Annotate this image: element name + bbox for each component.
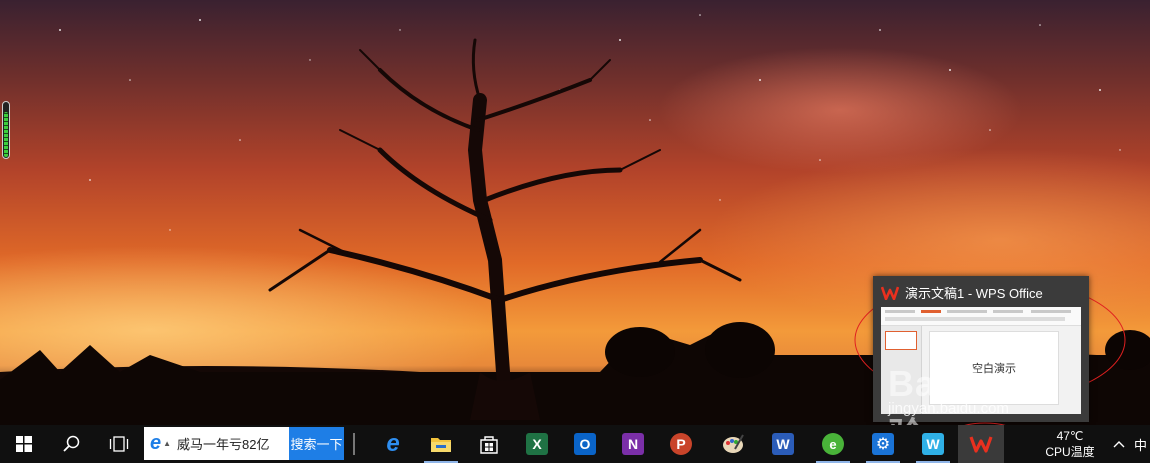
input-method-indicator[interactable]: 中 <box>1134 425 1150 463</box>
windows-logo-icon <box>16 436 32 452</box>
task-view-button[interactable] <box>96 425 142 463</box>
search-submit-button[interactable]: 搜索一下 <box>289 427 344 460</box>
preview-window-title: 演示文稿1 - WPS Office <box>905 286 1043 301</box>
taskbar-app-edge[interactable]: e <box>370 425 416 463</box>
taskbar-app-wps-office[interactable] <box>958 425 1004 463</box>
store-icon <box>480 436 498 454</box>
wps-office-icon <box>969 436 993 453</box>
preview-title-bar: 演示文稿1 - WPS Office <box>881 283 1043 302</box>
baidu-watermark-url: jingyan.baidu.com <box>888 400 1009 417</box>
start-button[interactable] <box>0 425 48 463</box>
browser-globe-icon: e <box>822 433 844 455</box>
show-hidden-icons-button[interactable] <box>1108 425 1130 463</box>
taskbar-app-word[interactable]: W <box>760 425 806 463</box>
taskbar-app-outlook[interactable]: O <box>562 425 608 463</box>
taskbar-app-onenote[interactable]: N <box>610 425 656 463</box>
dropdown-arrow-icon[interactable]: ▲ <box>163 439 171 448</box>
taskbar-app-store[interactable] <box>466 425 512 463</box>
chevron-up-icon <box>1113 441 1125 448</box>
taskbar-app-settings[interactable]: ⚙ <box>860 425 906 463</box>
wps-logo-icon <box>881 286 899 300</box>
thumbnail-slide-mini <box>885 331 917 350</box>
cpu-temperature-value: 47℃ <box>1056 429 1084 443</box>
taskbar-app-file-explorer[interactable] <box>418 425 464 463</box>
task-view-icon <box>109 436 129 452</box>
search-button[interactable] <box>48 425 96 463</box>
volume-level-fill <box>4 112 8 157</box>
paint-palette-icon <box>723 434 744 453</box>
search-query-text: 威马一年亏82亿 <box>177 437 270 452</box>
search-icon <box>63 435 80 452</box>
volume-meter[interactable] <box>2 101 10 159</box>
web-search-box[interactable]: e ▲ 威马一年亏82亿 <box>144 427 289 460</box>
taskbar-app-excel[interactable]: X <box>514 425 560 463</box>
onenote-icon: N <box>622 433 644 455</box>
cpu-temperature-widget[interactable]: 47℃ CPU温度 <box>1040 426 1100 462</box>
gear-icon: ⚙ <box>872 433 894 455</box>
taskbar-app-paint[interactable] <box>710 425 756 463</box>
excel-icon: X <box>526 433 548 455</box>
taskbar-app-powerpoint[interactable]: P <box>658 425 704 463</box>
outlook-icon: O <box>574 433 596 455</box>
thumbnail-ribbon <box>881 307 1081 326</box>
edge-icon: e <box>386 430 400 457</box>
taskbar-app-wps-writer[interactable]: W <box>910 425 956 463</box>
taskbar-app-browser[interactable]: e <box>810 425 856 463</box>
wps-writer-icon: W <box>922 433 944 455</box>
powerpoint-icon: P <box>670 433 692 455</box>
folder-icon <box>431 438 451 452</box>
ie-icon: e <box>150 432 162 454</box>
word-icon: W <box>772 433 794 455</box>
toolbar-separator <box>350 425 358 463</box>
cpu-temperature-label: CPU温度 <box>1045 445 1095 459</box>
